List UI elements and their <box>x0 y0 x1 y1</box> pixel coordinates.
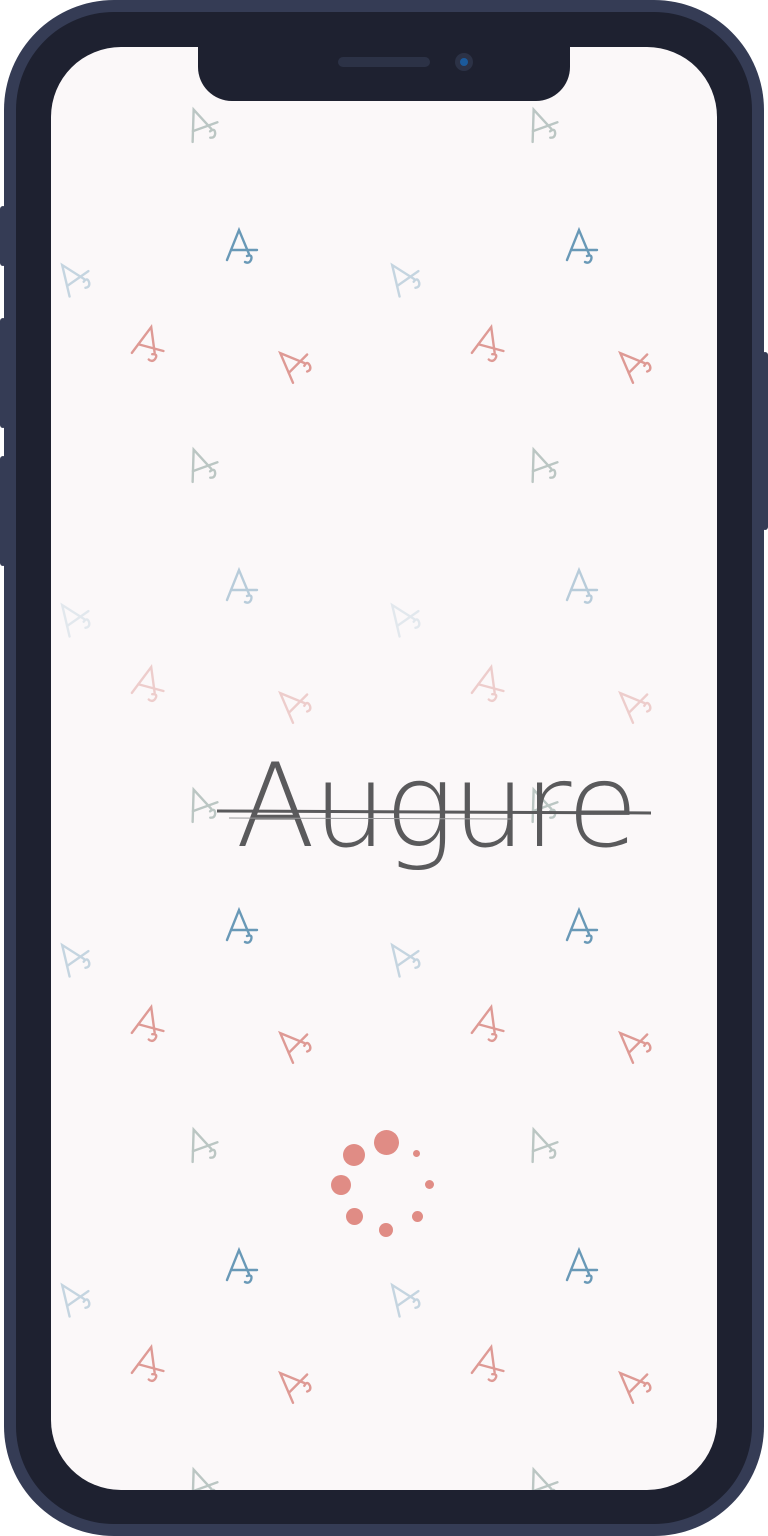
augure-monogram-icon <box>51 595 95 639</box>
spinner-dot <box>346 1208 363 1225</box>
augure-monogram-icon <box>381 1275 425 1319</box>
augure-monogram-icon <box>467 321 511 365</box>
augure-monogram-icon <box>611 681 655 725</box>
spinner-dot <box>379 1223 393 1237</box>
spinner-dot <box>331 1175 351 1195</box>
augure-monogram-icon <box>271 681 315 725</box>
augure-monogram-icon <box>127 661 171 705</box>
splash-screen: Augure <box>51 47 717 1490</box>
augure-monogram-icon <box>611 1021 655 1065</box>
augure-monogram-icon <box>127 1001 171 1045</box>
augure-monogram-icon <box>127 321 171 365</box>
augure-monogram-icon <box>51 935 95 979</box>
augure-monogram-icon <box>219 224 263 268</box>
augure-monogram-icon <box>519 442 563 486</box>
spinner-dot <box>425 1180 434 1189</box>
augure-monogram-icon <box>611 341 655 385</box>
earpiece-speaker <box>338 57 430 67</box>
augure-monogram-icon <box>559 1244 603 1288</box>
spinner-dot <box>374 1130 399 1155</box>
augure-monogram-icon <box>219 904 263 948</box>
augure-monogram-icon <box>467 1001 511 1045</box>
app-logo: Augure <box>211 747 661 887</box>
augure-monogram-icon <box>559 224 603 268</box>
augure-monogram-icon <box>179 102 223 146</box>
augure-monogram-icon <box>381 595 425 639</box>
front-camera-icon <box>455 53 473 71</box>
augure-monogram-icon <box>51 255 95 299</box>
augure-monogram-icon <box>219 564 263 608</box>
spinner-dot <box>343 1144 365 1166</box>
augure-monogram-icon <box>519 1462 563 1490</box>
augure-monogram-icon <box>381 255 425 299</box>
augure-monogram-icon <box>559 904 603 948</box>
spinner-dot <box>412 1211 423 1222</box>
augure-monogram-icon <box>467 661 511 705</box>
augure-monogram-icon <box>271 1361 315 1405</box>
augure-monogram-icon <box>219 1244 263 1288</box>
augure-monogram-icon <box>127 1341 171 1385</box>
augure-monogram-icon <box>179 1462 223 1490</box>
augure-monogram-icon <box>559 564 603 608</box>
augure-monogram-icon <box>271 341 315 385</box>
augure-monogram-icon <box>519 1122 563 1166</box>
augure-monogram-icon <box>381 935 425 979</box>
spinner-dot <box>413 1150 420 1157</box>
augure-monogram-icon <box>179 442 223 486</box>
logo-strikethrough-line <box>216 809 652 820</box>
augure-monogram-icon <box>611 1361 655 1405</box>
device-notch <box>198 47 570 101</box>
augure-monogram-icon <box>51 1275 95 1319</box>
loading-spinner-icon <box>326 1126 438 1238</box>
augure-monogram-icon <box>271 1021 315 1065</box>
augure-monogram-icon <box>179 1122 223 1166</box>
augure-monogram-icon <box>467 1341 511 1385</box>
augure-monogram-icon <box>519 102 563 146</box>
